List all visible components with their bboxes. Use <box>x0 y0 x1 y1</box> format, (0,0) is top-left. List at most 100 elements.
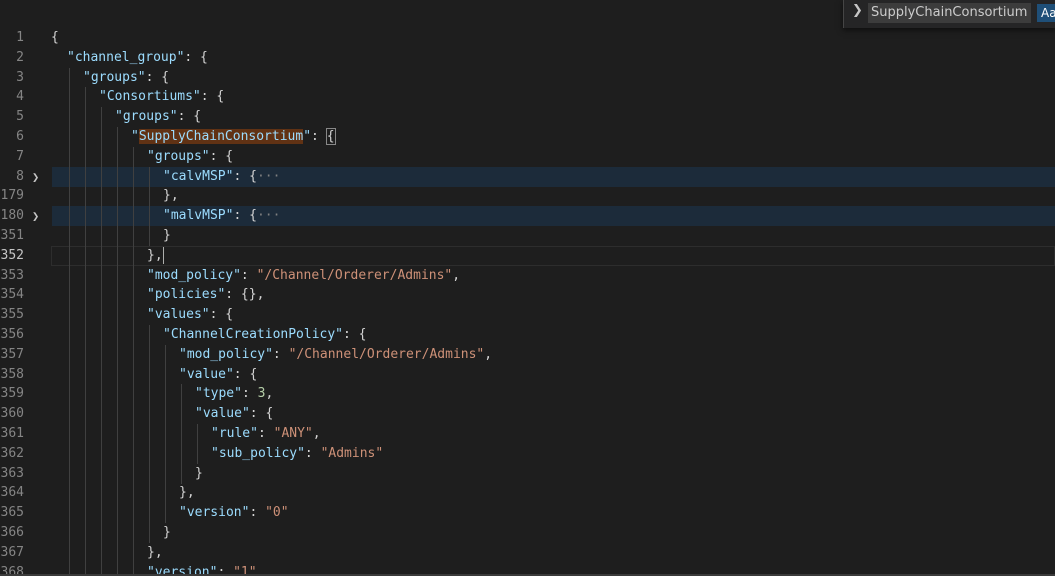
chevron-right-icon[interactable]: ❯ <box>32 206 39 226</box>
code-line[interactable]: 353 "mod_policy": "/Channel/Orderer/Admin… <box>0 265 1055 286</box>
indent-guide <box>101 265 102 286</box>
folded-ellipsis[interactable]: ··· <box>257 169 280 184</box>
find-input[interactable]: SupplyChainConsortium <box>868 3 1031 23</box>
code-line[interactable]: 362 "sub_policy": "Admins" <box>0 443 1055 464</box>
indent-guide <box>69 344 70 365</box>
indent-guide <box>117 226 118 246</box>
code-line[interactable]: 5 "groups": { <box>0 107 1055 128</box>
code-token: : { <box>233 168 257 184</box>
indent-guide <box>165 344 166 365</box>
code-token: }, <box>147 247 163 263</box>
code-line[interactable]: 179}, <box>0 186 1055 207</box>
indent-guide <box>85 206 86 227</box>
code-line[interactable]: 363} <box>0 463 1055 484</box>
indent-guide <box>117 245 118 266</box>
code-token: }, <box>179 485 195 501</box>
indent-guide <box>69 463 70 484</box>
indent-guide <box>85 226 86 246</box>
code-line[interactable]: 354 "policies": {}, <box>0 285 1055 306</box>
indent-guide <box>101 384 102 405</box>
indent-guide <box>181 443 182 464</box>
code-line[interactable]: 7 "groups": { <box>0 146 1055 167</box>
code-token: : { <box>249 406 274 422</box>
code-token: " <box>131 129 139 144</box>
text-cursor <box>162 246 164 264</box>
code-token: } <box>163 525 171 540</box>
code-line[interactable]: 360 "value": { <box>0 404 1055 425</box>
code-token: { <box>51 30 59 45</box>
code-token: : { <box>184 49 208 65</box>
indent-guide <box>149 384 150 405</box>
indent-guide <box>181 463 182 484</box>
code-token: : <box>249 505 266 521</box>
code-line[interactable]: 6 "SupplyChainConsortium": { <box>0 127 1055 147</box>
code-line[interactable]: 355 "values": { <box>0 305 1055 326</box>
code-token: } <box>163 228 171 243</box>
indent-guide <box>117 305 118 326</box>
code-line[interactable]: 4 "Consortiums": { <box>0 87 1055 108</box>
code-line[interactable]: 351} <box>0 226 1055 246</box>
line-number: 4 <box>16 89 24 105</box>
line-number: 357 <box>0 346 24 362</box>
code-line[interactable]: 1{ <box>0 28 1055 48</box>
code-line[interactable]: 358 "value": { <box>0 364 1055 385</box>
code-token: : { <box>145 69 170 85</box>
code-line[interactable]: 2 "channel_group": { <box>0 48 1055 68</box>
indent-guide <box>133 364 134 385</box>
chevron-right-icon[interactable]: ❯ <box>852 3 863 18</box>
code-token: }, <box>147 544 163 560</box>
indent-guide <box>117 344 118 365</box>
code-line[interactable]: 8 ❯ "calvMSP": {··· <box>0 166 1055 187</box>
code-token: , <box>312 426 321 441</box>
code-token: : { <box>200 89 225 105</box>
code-token: : {}, <box>225 287 265 303</box>
line-number: 360 <box>0 406 24 422</box>
indent-guide <box>69 146 70 167</box>
code-line[interactable]: 365 "version": "0" <box>0 503 1055 524</box>
code-token: : <box>304 445 321 461</box>
chevron-right-icon[interactable]: ❯ <box>32 167 39 187</box>
code-line[interactable]: 356 "ChannelCreationPolicy": { <box>0 325 1055 345</box>
indent-guide <box>117 503 118 524</box>
indent-guide <box>101 364 102 385</box>
indent-guide <box>117 523 118 543</box>
indent-guide <box>165 443 166 464</box>
indent-guide <box>181 404 182 425</box>
line-number: 2 <box>16 49 24 65</box>
indent-guide <box>69 542 70 563</box>
folded-ellipsis[interactable]: ··· <box>257 208 280 223</box>
code-line[interactable]: 352}, <box>0 245 1055 266</box>
indent-guide <box>85 146 86 167</box>
indent-guide <box>133 424 134 444</box>
indent-guide <box>165 424 166 444</box>
code-line[interactable]: 366} <box>0 523 1055 543</box>
code-line[interactable]: 361 "rule": "ANY", <box>0 424 1055 444</box>
indent-guide <box>133 245 134 266</box>
code-line[interactable]: 359 "type": 3, <box>0 384 1055 405</box>
indent-guide <box>133 226 134 246</box>
indent-guide <box>149 424 150 444</box>
code-text: "version": "0" <box>179 503 289 523</box>
line-number: 8 <box>16 168 24 184</box>
code-token: : { <box>177 109 202 125</box>
code-line[interactable]: 357 "mod_policy": "/Channel/Orderer/Admin… <box>0 344 1055 365</box>
indent-guide <box>85 463 86 484</box>
indent-guide <box>69 404 70 425</box>
code-line[interactable]: 364}, <box>0 483 1055 504</box>
code-line[interactable]: 3 "groups": { <box>0 67 1055 88</box>
line-number: 5 <box>16 109 24 125</box>
code-token: : <box>240 267 257 283</box>
code-token: "groups" <box>115 109 178 125</box>
code-editor[interactable]: 1{2 "channel_group": {3 "groups": {4 "Conso… <box>0 0 1055 576</box>
code-text: "mod_policy": "/Channel/Orderer/Admins", <box>179 345 492 365</box>
code-line[interactable]: 180 ❯ "malvMSP": {··· <box>0 206 1055 227</box>
indent-guide <box>85 344 86 365</box>
indent-guide <box>69 127 70 147</box>
line-number: 365 <box>0 505 24 521</box>
match-case-button[interactable]: Aa <box>1037 4 1055 22</box>
code-line[interactable]: 367}, <box>0 542 1055 563</box>
code-text: }, <box>147 246 164 266</box>
code-token: : <box>257 426 274 441</box>
indent-guide <box>101 245 102 266</box>
indent-guide <box>165 384 166 405</box>
